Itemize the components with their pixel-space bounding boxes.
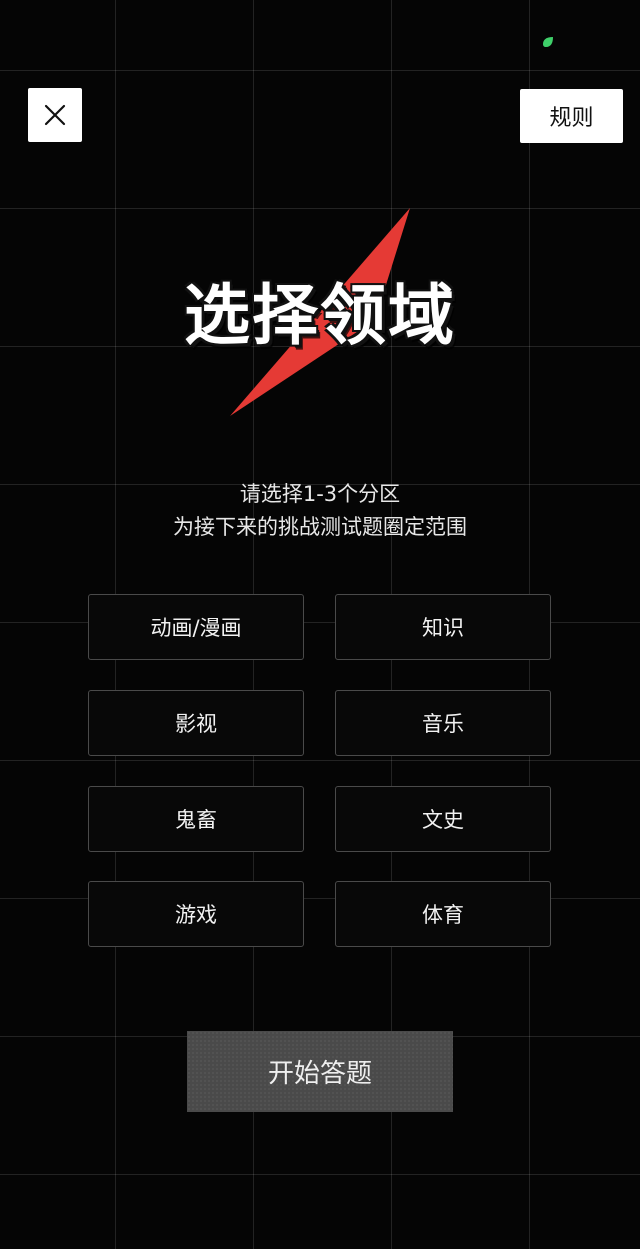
rules-button[interactable]: 规则 <box>520 89 623 143</box>
close-icon <box>44 104 66 126</box>
category-sports[interactable]: 体育 <box>335 881 551 947</box>
instruction-line-2: 为接下来的挑战测试题圈定范围 <box>173 515 467 539</box>
category-games[interactable]: 游戏 <box>88 881 304 947</box>
hero-banner: 选择领域 <box>0 200 640 430</box>
leaf-icon <box>543 37 553 47</box>
close-button[interactable] <box>28 88 82 142</box>
page-title: 选择领域 <box>184 277 456 354</box>
category-music[interactable]: 音乐 <box>335 690 551 756</box>
category-film-tv[interactable]: 影视 <box>88 690 304 756</box>
category-kichiku[interactable]: 鬼畜 <box>88 786 304 852</box>
category-knowledge[interactable]: 知识 <box>335 594 551 660</box>
instruction-line-1: 请选择1-3个分区 <box>239 482 401 506</box>
category-history-culture[interactable]: 文史 <box>335 786 551 852</box>
category-anime-manga[interactable]: 动画/漫画 <box>88 594 304 660</box>
start-quiz-button[interactable]: 开始答题 <box>187 1031 453 1112</box>
